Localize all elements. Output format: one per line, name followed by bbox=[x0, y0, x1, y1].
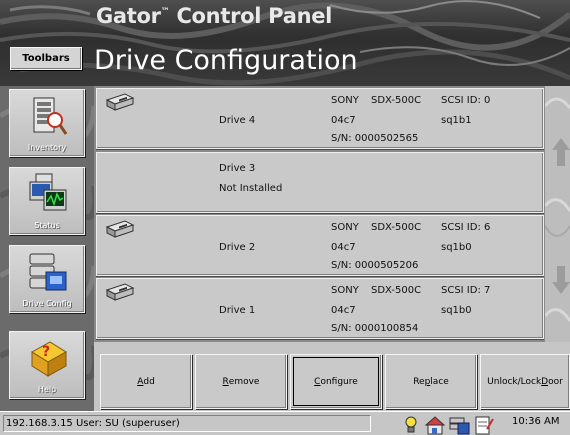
add-button[interactable]: Add bbox=[100, 354, 192, 409]
sidebar-item-inventory[interactable]: Inventory bbox=[9, 89, 85, 157]
drive-serial: S/N: 0000100854 bbox=[331, 323, 419, 334]
inventory-icon bbox=[33, 97, 68, 135]
drive-scsi-id: SCSI ID: 6 bbox=[441, 222, 491, 233]
toolbars-button[interactable]: Toolbars bbox=[10, 47, 82, 70]
drive-row[interactable]: Drive 3 Not Installed bbox=[96, 152, 544, 213]
sidebar: Inventory Status Drive Config ? Help bbox=[0, 86, 94, 411]
app-title: Gator™ Control Panel bbox=[96, 4, 332, 28]
drive-vendor: SONY bbox=[331, 95, 359, 106]
drive-revision: 04c7 bbox=[331, 115, 356, 126]
unlock-label-pre: Unlock/Lock bbox=[487, 376, 542, 387]
sidebar-item-status[interactable]: Status bbox=[9, 167, 85, 235]
action-bar: Add Remove Configure Re p lace Unlock/Lock… bbox=[94, 342, 570, 411]
page-title: Drive Configuration bbox=[94, 45, 358, 76]
drive-model: SDX-500C bbox=[371, 95, 422, 106]
sidebar-item-label: Status bbox=[34, 221, 60, 230]
tape-drive-icon bbox=[105, 283, 135, 301]
configure-label-post: onfigure bbox=[320, 376, 358, 387]
add-label-post: dd bbox=[143, 376, 155, 387]
drive-vendor: SONY bbox=[331, 285, 359, 296]
drive-row[interactable]: Drive 2 SONY SDX-500C 04c7 S/N: 00005052… bbox=[96, 215, 544, 276]
drive-model: SDX-500C bbox=[371, 285, 422, 296]
header-banner: Gator™ Control Panel Drive Configuration… bbox=[0, 0, 570, 91]
drive-vendor: SONY bbox=[331, 222, 359, 233]
drive-row[interactable]: Drive 1 SONY SDX-500C 04c7 S/N: 00001008… bbox=[96, 278, 544, 339]
drive-device: sq1b0 bbox=[441, 305, 472, 316]
drive-revision: 04c7 bbox=[331, 242, 356, 253]
sidebar-item-label: Help bbox=[37, 385, 57, 394]
tape-drive-icon bbox=[105, 220, 135, 238]
configure-button[interactable]: Configure bbox=[290, 354, 382, 409]
drive-row[interactable]: Drive 4 SONY SDX-500C 04c7 S/N: 00005025… bbox=[96, 88, 544, 149]
drive-serial: S/N: 0000505206 bbox=[331, 260, 419, 271]
replace-label-pre: Re bbox=[413, 376, 425, 387]
drive-serial: S/N: 0000502565 bbox=[331, 133, 419, 144]
status-icon bbox=[29, 173, 67, 211]
drive-name: Drive 4 bbox=[219, 115, 256, 126]
unlock-lock-door-button[interactable]: Unlock/Lock Door bbox=[480, 354, 570, 409]
remove-button[interactable]: Remove bbox=[195, 354, 287, 409]
network-icon[interactable] bbox=[424, 415, 446, 435]
scroll-texture bbox=[545, 97, 570, 322]
status-text: 192.168.3.15 User: SU (superuser) bbox=[3, 415, 371, 432]
drive-scsi-id: SCSI ID: 0 bbox=[441, 95, 491, 106]
unlock-label-post: oor bbox=[548, 376, 563, 387]
svg-text:?: ? bbox=[42, 344, 50, 360]
drive-status: Not Installed bbox=[219, 183, 283, 194]
drive-device: sq1b1 bbox=[441, 115, 472, 126]
sidebar-item-drive-config[interactable]: Drive Config bbox=[9, 245, 85, 313]
scroll-panel bbox=[545, 86, 570, 342]
sidebar-item-help[interactable]: ? Help bbox=[9, 331, 85, 399]
sidebar-item-label: Inventory bbox=[27, 143, 67, 152]
drive-name: Drive 3 bbox=[219, 163, 256, 174]
scroll-down-arrow-icon[interactable] bbox=[551, 266, 570, 294]
replace-button[interactable]: Re p lace bbox=[385, 354, 477, 409]
drive-name: Drive 1 bbox=[219, 305, 256, 316]
help-icon: ? bbox=[31, 341, 67, 377]
unlock-mnemonic: D bbox=[541, 376, 549, 387]
app-title-rest: Control Panel bbox=[169, 4, 333, 28]
drive-device: sq1b0 bbox=[441, 242, 472, 253]
drive-revision: 04c7 bbox=[331, 305, 356, 316]
clock: 10:36 AM bbox=[512, 416, 560, 427]
status-bar: 192.168.3.15 User: SU (superuser) 10:36 … bbox=[0, 411, 570, 435]
lightbulb-icon[interactable] bbox=[400, 415, 422, 435]
drive-name: Drive 2 bbox=[219, 242, 256, 253]
sidebar-item-label: Drive Config bbox=[22, 299, 72, 308]
trademark-mark: ™ bbox=[160, 7, 170, 17]
drive-scsi-id: SCSI ID: 7 bbox=[441, 285, 491, 296]
app-title-name: Gator bbox=[96, 4, 161, 28]
tape-drive-icon bbox=[105, 93, 135, 111]
drive-model: SDX-500C bbox=[371, 222, 422, 233]
notepad-icon[interactable] bbox=[472, 415, 494, 435]
drive-config-icon bbox=[29, 253, 67, 291]
drive-list: Drive 4 SONY SDX-500C 04c7 S/N: 00005025… bbox=[94, 86, 545, 342]
scroll-up-arrow-icon[interactable] bbox=[551, 138, 570, 166]
remove-label-post: emove bbox=[228, 376, 260, 387]
replace-label-post: lace bbox=[430, 376, 449, 387]
drives-icon[interactable] bbox=[448, 415, 470, 435]
